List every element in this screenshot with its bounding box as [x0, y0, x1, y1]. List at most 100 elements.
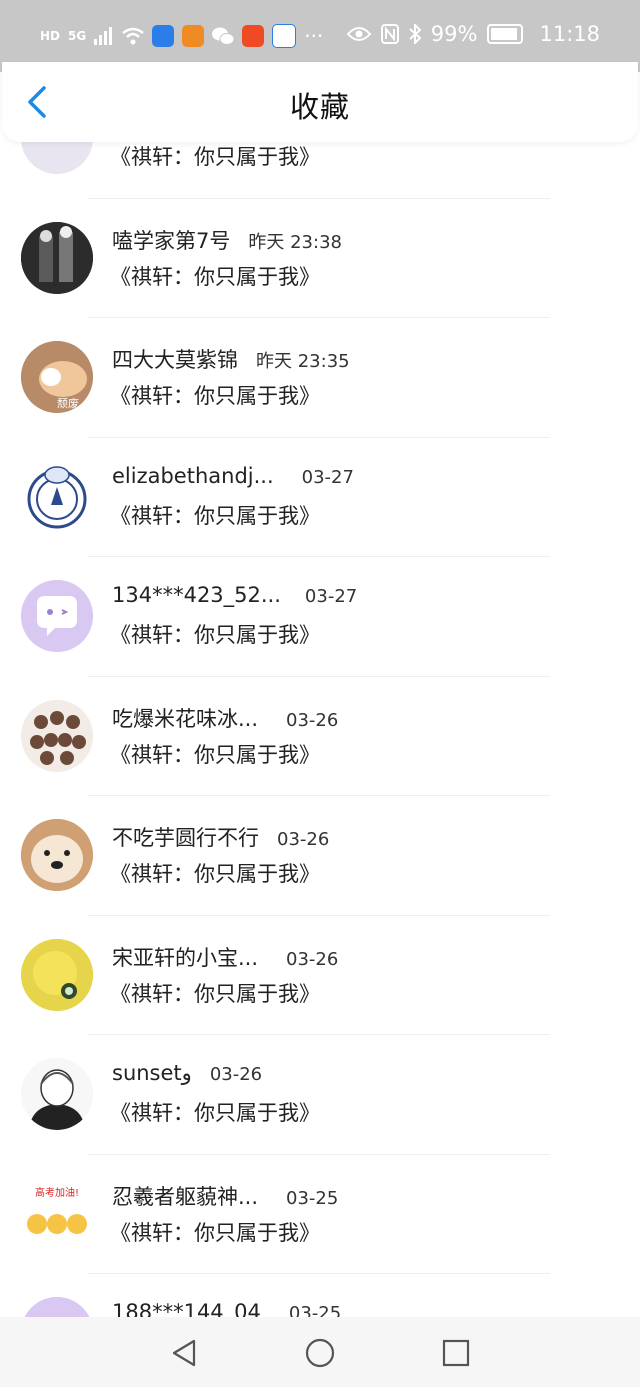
- nav-home-button[interactable]: [304, 1337, 336, 1369]
- hd-badge: HD: [40, 29, 61, 43]
- item-header: 嗑学家第7号 昨天 23:38: [112, 225, 342, 255]
- favorites-list-content: 《祺轩：你只属于我》 嗑学家第7号 昨天 23:38 《祺轩：你只属于我》 颓废…: [0, 142, 640, 1317]
- list-item[interactable]: 不吃芋圆行不行 03-26 《祺轩：你只属于我》: [0, 796, 640, 916]
- avatar[interactable]: [21, 819, 93, 891]
- timestamp: 03-25: [286, 1187, 339, 1209]
- user-name[interactable]: 吃爆米花味冰...: [112, 703, 258, 733]
- avatar-image: [21, 819, 93, 891]
- avatar-image: [21, 1058, 93, 1130]
- timestamp: 03-25: [288, 1303, 342, 1317]
- default-avatar-icon: [21, 1297, 93, 1317]
- avatar[interactable]: 颓废: [21, 341, 93, 413]
- avatar[interactable]: 高考加油!: [21, 1177, 93, 1250]
- list-item[interactable]: 高考加油! 忍羲者躯藐神... 03-25 《祺轩：你只属于我》: [0, 1155, 640, 1274]
- app-screen: HD 5G ··· 99% 11:18 收藏 《祺轩：你只属于我》 嗑学家第7号…: [0, 0, 640, 1387]
- item-header: 188***144_04 03-25: [112, 1300, 341, 1317]
- nav-recents-button[interactable]: [440, 1337, 472, 1369]
- avatar-image: 高考加油!: [21, 1177, 93, 1250]
- avatar[interactable]: [21, 221, 93, 294]
- timestamp: 03-26: [286, 948, 339, 970]
- app-notification-icon: [152, 25, 175, 47]
- favorites-list[interactable]: 《祺轩：你只属于我》 嗑学家第7号 昨天 23:38 《祺轩：你只属于我》 颓废…: [0, 142, 640, 1317]
- square-recents-icon: [442, 1339, 470, 1367]
- wechat-icon: [212, 27, 235, 45]
- clock: 11:18: [539, 22, 600, 46]
- timestamp: 03-27: [301, 466, 354, 488]
- avatar-caption: 高考加油!: [35, 1186, 79, 1199]
- list-item[interactable]: 134***423_52... 03-27 《祺轩：你只属于我》: [0, 557, 640, 677]
- top-app-bar: 收藏: [2, 62, 638, 142]
- nav-back-button[interactable]: [168, 1337, 200, 1369]
- avatar[interactable]: [21, 142, 93, 174]
- list-item[interactable]: 188***144_04 03-25: [0, 1274, 640, 1317]
- item-header: sunsetو 03-26: [112, 1061, 262, 1085]
- avatar-image: [21, 938, 93, 1011]
- item-header: 134***423_52... 03-27: [112, 583, 357, 607]
- item-header: 忍羲者躯藐神... 03-25: [112, 1181, 338, 1211]
- user-name[interactable]: 134***423_52...: [112, 583, 281, 607]
- item-header: 不吃芋圆行不行 03-26: [112, 822, 329, 852]
- timestamp: 03-26: [209, 1064, 263, 1085]
- battery-percent: 99%: [430, 22, 478, 46]
- list-item[interactable]: 颓废 四大大莫紫锦 昨天 23:35 《祺轩：你只属于我》: [0, 318, 640, 438]
- avatar-image: [21, 699, 93, 772]
- item-subtitle[interactable]: 《祺轩：你只属于我》: [110, 858, 320, 888]
- avatar-image: 颓废: [21, 341, 93, 413]
- list-item[interactable]: 吃爆米花味冰... 03-26 《祺轩：你只属于我》: [0, 677, 640, 796]
- item-header: 吃爆米花味冰... 03-26: [112, 703, 338, 733]
- avatar-caption: 颓废: [57, 396, 79, 410]
- list-item[interactable]: 嗑学家第7号 昨天 23:38 《祺轩：你只属于我》: [0, 199, 640, 318]
- timestamp: 03-26: [286, 709, 339, 731]
- list-item[interactable]: 《祺轩：你只属于我》: [0, 142, 640, 199]
- user-name[interactable]: 不吃芋圆行不行: [112, 822, 259, 852]
- item-subtitle: 《祺轩：你只属于我》: [110, 145, 320, 169]
- item-subtitle[interactable]: 《祺轩：你只属于我》: [110, 619, 320, 649]
- triangle-back-icon: [172, 1339, 196, 1367]
- user-name[interactable]: sunsetو: [112, 1061, 192, 1085]
- bluetooth-icon: [409, 24, 421, 44]
- item-subtitle[interactable]: 《祺轩：你只属于我》: [110, 500, 320, 530]
- nfc-icon: [380, 24, 399, 44]
- default-avatar-icon: [21, 580, 93, 652]
- user-name[interactable]: 忍羲者躯藐神...: [112, 1181, 258, 1211]
- item-subtitle[interactable]: 《祺轩：你只属于我》: [110, 1217, 320, 1247]
- list-item[interactable]: elizabethandj... 03-27 《祺轩：你只属于我》: [0, 438, 640, 557]
- list-item[interactable]: sunsetو 03-26 《祺轩：你只属于我》: [0, 1035, 640, 1155]
- item-subtitle[interactable]: 《祺轩：你只属于我》: [110, 1097, 320, 1127]
- timestamp: 昨天 23:38: [248, 231, 342, 253]
- circle-home-icon: [305, 1338, 335, 1368]
- wifi-icon: [122, 27, 144, 45]
- user-name[interactable]: 宋亚轩的小宝...: [112, 942, 258, 972]
- network-type: 5G: [68, 29, 87, 43]
- item-header: 四大大莫紫锦 昨天 23:35: [112, 344, 350, 374]
- avatar[interactable]: [21, 1058, 93, 1130]
- timestamp: 03-27: [304, 586, 358, 607]
- item-header: elizabethandj... 03-27: [112, 464, 354, 488]
- status-bar-right: 99% 11:18: [346, 22, 600, 46]
- page-title: 收藏: [289, 90, 350, 124]
- timestamp: 03-26: [277, 829, 330, 850]
- avatar-image: [21, 460, 93, 533]
- battery-icon: [487, 24, 524, 44]
- list-item[interactable]: 宋亚轩的小宝... 03-26 《祺轩：你只属于我》: [0, 916, 640, 1035]
- timestamp: 昨天 23:35: [256, 351, 350, 372]
- avatar[interactable]: [21, 938, 93, 1011]
- avatar[interactable]: [21, 460, 93, 533]
- avatar[interactable]: [21, 699, 93, 772]
- user-name[interactable]: 嗑学家第7号: [112, 225, 230, 255]
- item-subtitle[interactable]: 《祺轩：你只属于我》: [110, 380, 320, 410]
- item-subtitle[interactable]: 《祺轩：你只属于我》: [110, 978, 320, 1008]
- store-notification-icon: [242, 25, 265, 47]
- more-notifications: ···: [304, 24, 324, 48]
- eye-icon: [346, 27, 371, 41]
- avatar-image: [21, 221, 93, 294]
- ifly-notification-icon: [272, 24, 297, 48]
- user-name[interactable]: elizabethandj...: [112, 464, 274, 488]
- item-subtitle[interactable]: 《祺轩：你只属于我》: [110, 739, 320, 769]
- item-subtitle[interactable]: 《祺轩：你只属于我》: [110, 261, 320, 291]
- user-name[interactable]: 四大大莫紫锦: [112, 344, 238, 374]
- avatar[interactable]: [21, 580, 93, 652]
- status-bar-left: HD 5G ···: [40, 24, 323, 48]
- avatar[interactable]: [21, 1297, 93, 1317]
- user-name[interactable]: 188***144_04: [112, 1300, 261, 1317]
